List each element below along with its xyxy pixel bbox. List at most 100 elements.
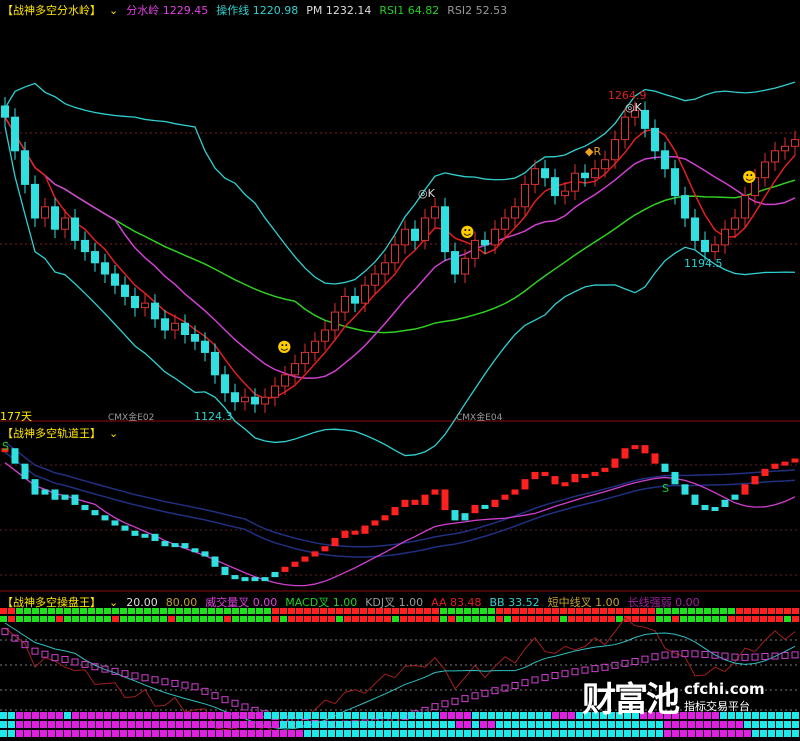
signal-cell [736,616,743,622]
strength-cell [56,712,63,719]
strength-cell [608,730,615,737]
macd-label: MACD叉 [285,596,330,609]
candle-body [531,168,539,185]
strength-cell [360,721,367,728]
candle-body [481,239,489,246]
signal-cell [368,616,375,622]
strength-cell [784,712,791,719]
candle-body [401,228,409,246]
signal-cell [208,616,215,622]
chevron-down-icon[interactable]: ⌄ [109,427,118,440]
signal-cell [320,616,327,622]
strength-cell [200,730,207,737]
signal-cell [304,616,311,622]
strength-cell [648,721,655,728]
mid-candle [91,510,99,516]
strength-cell [208,721,215,728]
mid-candle [451,510,459,521]
candle-body [721,228,729,246]
signal-cell [248,616,255,622]
strength-cell [424,730,431,737]
chart-canvas[interactable] [0,0,800,741]
strength-cell [312,712,319,719]
signal-cell [728,616,735,622]
signal-cell [448,616,455,622]
trend-square [61,656,69,664]
trend-square [481,689,489,697]
s-marker: S [662,482,669,495]
strength-cell [680,721,687,728]
strength-cell [296,730,303,737]
signal-cell [360,616,367,622]
candle-body [131,295,139,309]
czx-value: 1220.98 [252,4,299,17]
mid-candle [611,458,619,468]
dzx-value: 1.00 [595,596,620,609]
mid-candle [751,476,759,485]
strength-cell [96,730,103,737]
mid-candle [131,530,139,536]
strength-cell [552,730,559,737]
trend-square [51,654,59,662]
watermark-brand: 财富池 [582,680,680,720]
candle-body [691,217,699,241]
strength-cell [184,712,191,719]
strength-cell [48,712,55,719]
mid-candle [491,499,499,507]
strength-cell [48,730,55,737]
strength-cell [360,730,367,737]
top-panel-title[interactable]: 【战神多空分水岭】 [2,2,101,18]
smiley-icon: ☻ [460,225,475,241]
candle-body [561,190,569,197]
mid-candle [581,473,589,478]
strength-cell [176,712,183,719]
mid-panel-title[interactable]: 【战神多空轨道王】 [2,425,101,441]
strength-cell [272,712,279,719]
signal-cell [664,616,671,622]
strength-cell [552,721,559,728]
chevron-down-icon[interactable]: ⌄ [109,596,118,609]
strength-cell [672,721,679,728]
strength-cell [264,721,271,728]
strength-cell [128,730,135,737]
strength-cell [448,712,455,719]
strength-cell [120,712,127,719]
bottom-panel-title[interactable]: 【战神多空操盘王】 [2,594,101,610]
strength-cell [168,721,175,728]
candle-body [441,206,449,253]
strength-cell [320,721,327,728]
signal-cell [8,616,15,622]
chevron-down-icon[interactable]: ⌄ [109,4,118,17]
signal-cell [776,616,783,622]
contract-label-2: CMX金E04 [456,413,503,423]
signal-cell [432,616,439,622]
macd-value: 1.00 [332,596,358,609]
signal-cell [280,616,287,622]
mid-candle [781,461,789,466]
strength-cell [88,712,95,719]
mid-candle [161,541,169,547]
strength-cell [728,721,735,728]
signal-cell [544,616,551,622]
signal-cell [608,616,615,622]
candle-body [341,295,349,313]
signal-cell [112,616,119,622]
trend-square [761,652,769,660]
strength-cell [640,721,647,728]
czx-label: 操作线 [216,4,250,17]
strength-cell [584,721,591,728]
strength-cell [264,730,271,737]
strength-cell [688,721,695,728]
strength-cell [696,721,703,728]
level-20: 20.00 [126,595,158,609]
candle-body [291,363,299,376]
candle-body [551,177,559,197]
strength-cell [488,712,495,719]
strength-cell [616,721,623,728]
signal-cell [728,608,735,614]
strength-cell [464,721,471,728]
strength-cell [376,730,383,737]
strength-cell [592,730,599,737]
strength-cell [400,721,407,728]
strength-cell [24,712,31,719]
